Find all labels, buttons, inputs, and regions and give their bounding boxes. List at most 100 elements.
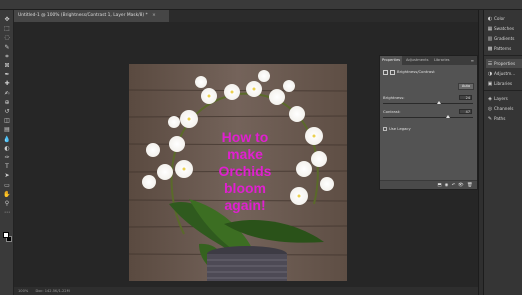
tab-libraries[interactable]: Libraries — [432, 56, 452, 65]
color-icon: ◐ — [487, 16, 493, 22]
adjustment-layer-icon — [383, 69, 388, 75]
tools-panel: ✥ ⬚ ◌ ✎ ⌗ ⊠ ✒ ✚ ✍ ⊕ ↺ ◫ ▤ 💧 ◐ ✑ T ➤ ▭ ✋ ⚲ ⋯ — [0, 10, 14, 295]
dock-item-patterns[interactable]: ▩ Patterns — [486, 44, 522, 53]
blur-tool-icon[interactable]: 💧 — [3, 136, 11, 143]
hand-tool-icon[interactable]: ✋ — [3, 191, 11, 198]
patterns-icon: ▩ — [487, 46, 493, 52]
basket-pot — [207, 246, 287, 281]
dock-item-label: Patterns — [494, 46, 512, 51]
headline-line: bloom — [224, 180, 266, 196]
dock-item-paths[interactable]: ✎ Paths — [486, 114, 522, 123]
auto-button[interactable]: Auto — [458, 83, 474, 90]
clip-icon[interactable]: ⬒ — [437, 183, 442, 188]
history-brush-tool-icon[interactable]: ↺ — [3, 108, 11, 115]
headline-text: How tomakeOrchidsbloomagain! — [219, 129, 272, 213]
foreground-color-swatch[interactable] — [3, 232, 9, 238]
dock-item-adjustm[interactable]: ◑ Adjustm... — [486, 69, 522, 78]
dock-item-label: Paths — [494, 116, 506, 121]
move-tool-icon[interactable]: ✥ — [3, 16, 11, 23]
libraries-icon: ▣ — [487, 81, 493, 87]
pen-tool-icon[interactable]: ✑ — [3, 154, 11, 161]
eraser-tool-icon[interactable]: ◫ — [3, 117, 11, 124]
contrast-slider-thumb[interactable] — [446, 115, 450, 118]
brightness-label: Brightness: — [383, 95, 405, 100]
properties-icon: ☰ — [487, 61, 493, 67]
dock-separator — [484, 90, 522, 91]
dock-item-label: Color — [494, 16, 505, 21]
brightness-value[interactable]: 24 — [459, 95, 472, 100]
properties-panel: Properties Adjustments Libraries ≡ Brigh… — [379, 55, 478, 190]
dock-item-label: Layers — [494, 96, 508, 101]
doc-size[interactable]: Doc: 142.5K/1.22M — [35, 289, 69, 293]
layers-icon: ◈ — [488, 96, 492, 102]
dock-item-swatches[interactable]: ▦ Swatches — [486, 24, 522, 33]
frame-tool-icon[interactable]: ⊠ — [3, 62, 11, 69]
dock-item-label: Swatches — [494, 26, 515, 31]
panel-dock: ◐ Color ▦ Swatches ▥ Gradients ▩ Patterns ☰ Prope… — [483, 10, 522, 295]
toggle-visibility-icon[interactable]: 👁 — [458, 183, 464, 188]
headline-line: make — [227, 146, 263, 162]
brush-tool-icon[interactable]: ✍ — [3, 90, 11, 97]
tab-adjustments[interactable]: Adjustments — [404, 56, 431, 65]
brightness-slider[interactable] — [383, 103, 473, 104]
gradients-icon: ▥ — [487, 36, 493, 42]
paths-icon: ✎ — [487, 116, 493, 122]
type-tool-icon[interactable]: T — [3, 163, 11, 170]
adjustment-header: Brightness/Contrast — [383, 69, 435, 75]
zoom-level[interactable]: 100% — [18, 289, 28, 293]
document-canvas[interactable]: How to make Orchids bloom again! — [129, 64, 347, 281]
dock-item-properties[interactable]: ☰ Properties — [486, 59, 522, 68]
path-select-tool-icon[interactable]: ➤ — [3, 172, 11, 179]
zoom-tool-icon[interactable]: ⚲ — [3, 200, 11, 207]
close-icon[interactable]: × — [152, 10, 156, 22]
orchid-photo: How tomakeOrchidsbloomagain! — [129, 64, 347, 281]
properties-footer: ⬒ ◉ ↶ 👁 🗑 — [380, 180, 477, 189]
dock-item-layers[interactable]: ◈ Layers — [486, 94, 522, 103]
crop-tool-icon[interactable]: ⌗ — [3, 53, 11, 60]
headline-line: How to — [222, 129, 269, 145]
use-legacy-checkbox[interactable]: Use Legacy — [383, 126, 411, 131]
dock-item-channels[interactable]: ◎ Channels — [486, 104, 522, 113]
dock-item-label: Properties — [494, 61, 516, 66]
dock-item-color[interactable]: ◐ Color — [486, 14, 522, 23]
contrast-label: Contrast: — [383, 109, 401, 114]
use-legacy-label: Use Legacy — [389, 126, 411, 131]
lasso-tool-icon[interactable]: ◌ — [3, 34, 11, 41]
layer-mask-icon[interactable] — [390, 69, 395, 75]
contrast-slider[interactable] — [383, 117, 473, 118]
more-tools-icon[interactable]: ⋯ — [3, 209, 11, 216]
rectangle-tool-icon[interactable]: ▭ — [3, 182, 11, 189]
gradient-tool-icon[interactable]: ▤ — [3, 126, 11, 133]
dock-item-gradients[interactable]: ▥ Gradients — [486, 34, 522, 43]
brightness-slider-thumb[interactable] — [437, 101, 441, 104]
adjustments-icon: ◑ — [487, 71, 493, 77]
quick-select-tool-icon[interactable]: ✎ — [3, 44, 11, 51]
channels-icon: ◎ — [487, 106, 493, 112]
panel-menu-icon[interactable]: ≡ — [471, 56, 474, 65]
eyedropper-tool-icon[interactable]: ✒ — [3, 71, 11, 78]
options-bar — [0, 0, 522, 10]
document-tab-title: Untitled-1 @ 100% (Brightness/Contrast 1… — [18, 13, 148, 18]
status-bar: 100% Doc: 142.5K/1.22M — [14, 287, 478, 295]
properties-tab-strip: Properties Adjustments Libraries ≡ — [380, 56, 477, 65]
swatches-icon: ▦ — [487, 26, 493, 32]
marquee-tool-icon[interactable]: ⬚ — [3, 25, 11, 32]
reset-icon[interactable]: ↶ — [451, 183, 456, 188]
contrast-value[interactable]: 47 — [459, 109, 472, 114]
headline-line: again! — [224, 197, 265, 213]
dock-item-label: Libraries — [494, 81, 513, 86]
visibility-eye-icon[interactable]: ◉ — [444, 183, 449, 188]
dock-item-libraries[interactable]: ▣ Libraries — [486, 79, 522, 88]
dodge-tool-icon[interactable]: ◐ — [3, 145, 11, 152]
document-tab-bar: Untitled-1 @ 100% (Brightness/Contrast 1… — [14, 10, 478, 22]
dock-separator — [484, 55, 522, 56]
document-tab[interactable]: Untitled-1 @ 100% (Brightness/Contrast 1… — [14, 10, 169, 22]
tab-properties[interactable]: Properties — [380, 56, 403, 65]
trash-icon[interactable]: 🗑 — [467, 183, 473, 188]
healing-brush-tool-icon[interactable]: ✚ — [3, 80, 11, 87]
checkbox-box[interactable] — [383, 127, 387, 131]
adjustment-name: Brightness/Contrast — [397, 69, 435, 74]
headline-line: Orchids — [219, 163, 272, 179]
clone-stamp-tool-icon[interactable]: ⊕ — [3, 99, 11, 106]
dock-item-label: Channels — [494, 106, 514, 111]
